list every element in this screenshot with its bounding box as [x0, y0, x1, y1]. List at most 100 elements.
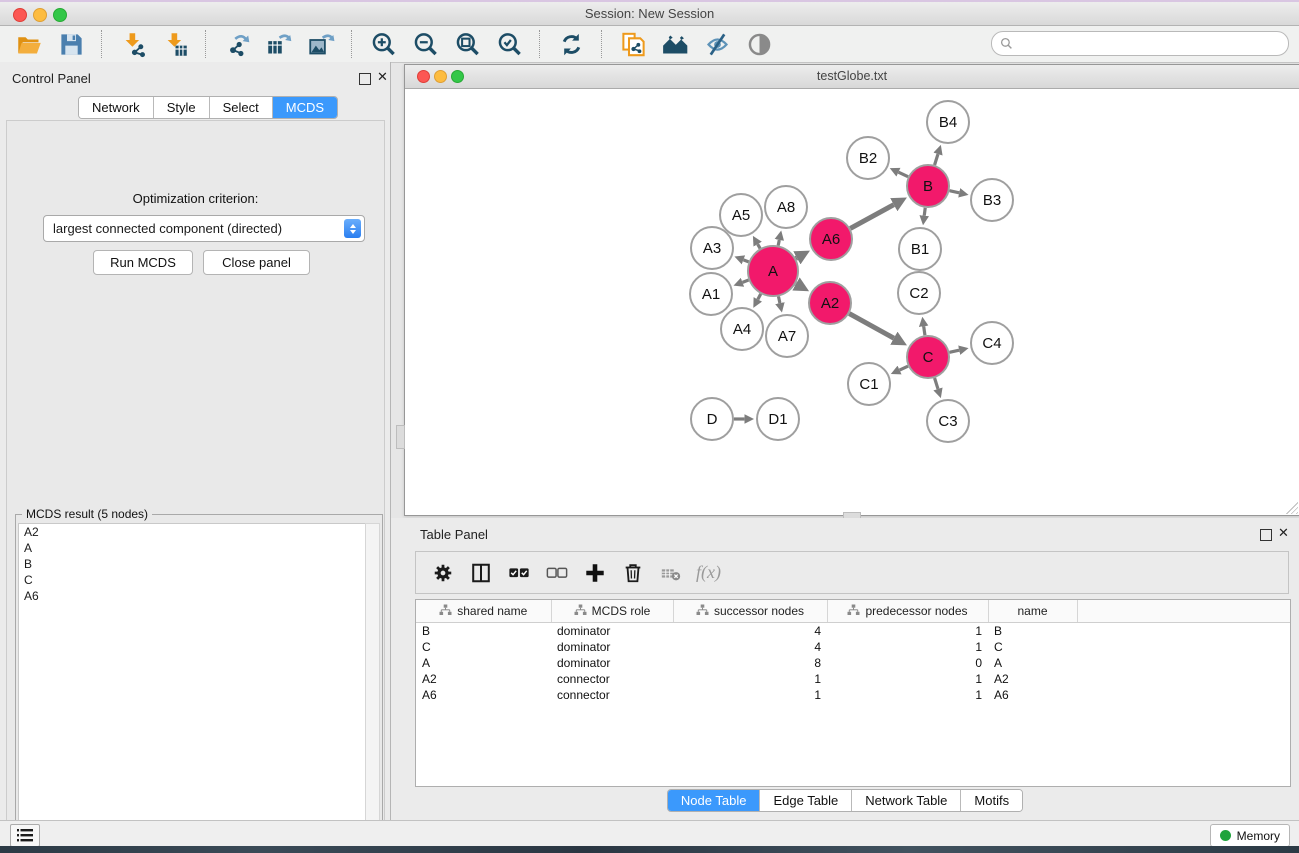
graph-node-A7[interactable]: A7: [766, 315, 808, 357]
column-header-predecessor-nodes[interactable]: predecessor nodes: [827, 600, 988, 623]
graph-node-B3[interactable]: B3: [971, 179, 1013, 221]
table-row[interactable]: Bdominator41B: [416, 623, 1290, 640]
graph-node-A6[interactable]: A6: [810, 218, 852, 260]
graph-node-B1[interactable]: B1: [899, 228, 941, 270]
function-builder-icon[interactable]: f(x): [696, 562, 721, 583]
zoom-out-icon[interactable]: [407, 28, 443, 60]
delete-columns-icon[interactable]: [616, 556, 650, 590]
tab-edge-table[interactable]: Edge Table: [760, 790, 852, 811]
graph-node-C2[interactable]: C2: [898, 272, 940, 314]
graph-edge-C-C4[interactable]: [949, 350, 959, 352]
criterion-dropdown[interactable]: largest connected component (directed): [43, 215, 365, 242]
mcds-result-item: A: [19, 540, 367, 556]
table-row[interactable]: Adominator80A: [416, 655, 1290, 671]
column-header-MCDS-role[interactable]: MCDS role: [551, 600, 673, 623]
graph-node-A4[interactable]: A4: [721, 308, 763, 350]
graph-edge-B-B3[interactable]: [949, 191, 959, 193]
delete-table-icon[interactable]: [654, 556, 688, 590]
search-input[interactable]: [1013, 34, 1280, 54]
close-panel-button[interactable]: Close panel: [203, 250, 310, 275]
birds-eye-view-icon[interactable]: [741, 28, 777, 60]
tab-network[interactable]: Network: [79, 97, 154, 118]
export-table-icon[interactable]: [261, 28, 297, 60]
tab-node-table[interactable]: Node Table: [668, 790, 761, 811]
export-network-icon[interactable]: [219, 28, 255, 60]
graph-edge-B-B4[interactable]: [935, 154, 938, 165]
graph-edge-A-A4[interactable]: [758, 294, 761, 299]
graph-edge-A-A3[interactable]: [743, 260, 748, 262]
graph-node-C3[interactable]: C3: [927, 400, 969, 442]
table-settings-icon[interactable]: [426, 556, 460, 590]
graph-edge-B-B2[interactable]: [898, 172, 908, 176]
graph-edge-C-C3[interactable]: [935, 378, 938, 389]
home-icon[interactable]: [657, 28, 693, 60]
tab-network-table[interactable]: Network Table: [852, 790, 961, 811]
graph-node-A[interactable]: A: [748, 246, 798, 296]
vertical-splitter-handle[interactable]: [396, 425, 405, 449]
graph-node-A2[interactable]: A2: [809, 282, 851, 324]
graph-node-D1[interactable]: D1: [757, 398, 799, 440]
duplicate-network-icon[interactable]: [615, 28, 651, 60]
graph-node-A3[interactable]: A3: [691, 227, 733, 269]
graph-edge-C-C2[interactable]: [924, 326, 925, 335]
graph-edge-A6-B[interactable]: [850, 205, 893, 229]
float-panel-icon[interactable]: [359, 73, 371, 85]
graph-node-A5[interactable]: A5: [720, 194, 762, 236]
tab-motifs[interactable]: Motifs: [961, 790, 1022, 811]
table-row[interactable]: A6connector11A6: [416, 687, 1290, 703]
graph-node-B2[interactable]: B2: [847, 137, 889, 179]
graph-edge-A-A8[interactable]: [778, 240, 779, 246]
graph-edge-A-A7[interactable]: [778, 296, 779, 303]
graph-node-C[interactable]: C: [907, 336, 949, 378]
task-history-button[interactable]: [10, 824, 40, 847]
graph-edge-C-C1[interactable]: [900, 366, 908, 370]
table-cell: 4: [673, 623, 827, 640]
graph-edge-A-A1[interactable]: [743, 280, 749, 282]
graph-edge-A2-C[interactable]: [849, 314, 894, 339]
window-resize-grip[interactable]: [1286, 502, 1298, 514]
open-file-icon[interactable]: [11, 28, 47, 60]
graph-node-B[interactable]: B: [907, 165, 949, 207]
show-hide-columns-icon[interactable]: [464, 556, 498, 590]
tab-mcds[interactable]: MCDS: [273, 97, 337, 118]
run-mcds-button[interactable]: Run MCDS: [93, 250, 193, 275]
select-all-icon[interactable]: [502, 556, 536, 590]
import-table-icon[interactable]: [157, 28, 193, 60]
result-list-scrollbar[interactable]: [365, 523, 380, 853]
shared-column-icon: [439, 604, 452, 619]
memory-button[interactable]: Memory: [1210, 824, 1290, 847]
graph-node-A8[interactable]: A8: [765, 186, 807, 228]
zoom-fit-icon[interactable]: [449, 28, 485, 60]
tab-select[interactable]: Select: [210, 97, 273, 118]
zoom-in-icon[interactable]: [365, 28, 401, 60]
save-session-icon[interactable]: [53, 28, 89, 60]
hide-graphics-details-icon[interactable]: [699, 28, 735, 60]
graph-edge-B-B1[interactable]: [924, 208, 925, 216]
network-canvas[interactable]: B4 B2 B B3 A8A5 A6 A3 B1 A C2 A1 A2 A4A7 C4 C C1 D D1 C3: [405, 89, 1299, 514]
column-header-shared-name[interactable]: shared name: [416, 600, 551, 623]
column-header-successor-nodes[interactable]: successor nodes: [673, 600, 827, 623]
graph-node-A1[interactable]: A1: [690, 273, 732, 315]
table-row[interactable]: Cdominator41C: [416, 639, 1290, 655]
network-search-box[interactable]: [991, 31, 1289, 56]
close-panel-icon[interactable]: ✕: [377, 69, 388, 85]
tab-style[interactable]: Style: [154, 97, 210, 118]
mcds-result-list[interactable]: A2ABCA6: [18, 523, 368, 853]
graph-node-C1[interactable]: C1: [848, 363, 890, 405]
add-column-icon[interactable]: [578, 556, 612, 590]
graph-node-D[interactable]: D: [691, 398, 733, 440]
criterion-dropdown-value: largest connected component (directed): [44, 221, 344, 236]
graph-edge-A-A6[interactable]: [796, 258, 797, 259]
float-table-panel-icon[interactable]: [1260, 529, 1272, 541]
graph-node-C4[interactable]: C4: [971, 322, 1013, 364]
export-image-icon[interactable]: [303, 28, 339, 60]
import-network-icon[interactable]: [115, 28, 151, 60]
zoom-selected-icon[interactable]: [491, 28, 527, 60]
column-header-name[interactable]: name: [988, 600, 1077, 623]
deselect-all-icon[interactable]: [540, 556, 574, 590]
table-row[interactable]: A2connector11A2: [416, 671, 1290, 687]
graph-node-B4[interactable]: B4: [927, 101, 969, 143]
graph-edge-A-A5[interactable]: [758, 244, 760, 248]
refresh-layout-icon[interactable]: [553, 28, 589, 60]
close-table-panel-icon[interactable]: ✕: [1278, 525, 1289, 541]
